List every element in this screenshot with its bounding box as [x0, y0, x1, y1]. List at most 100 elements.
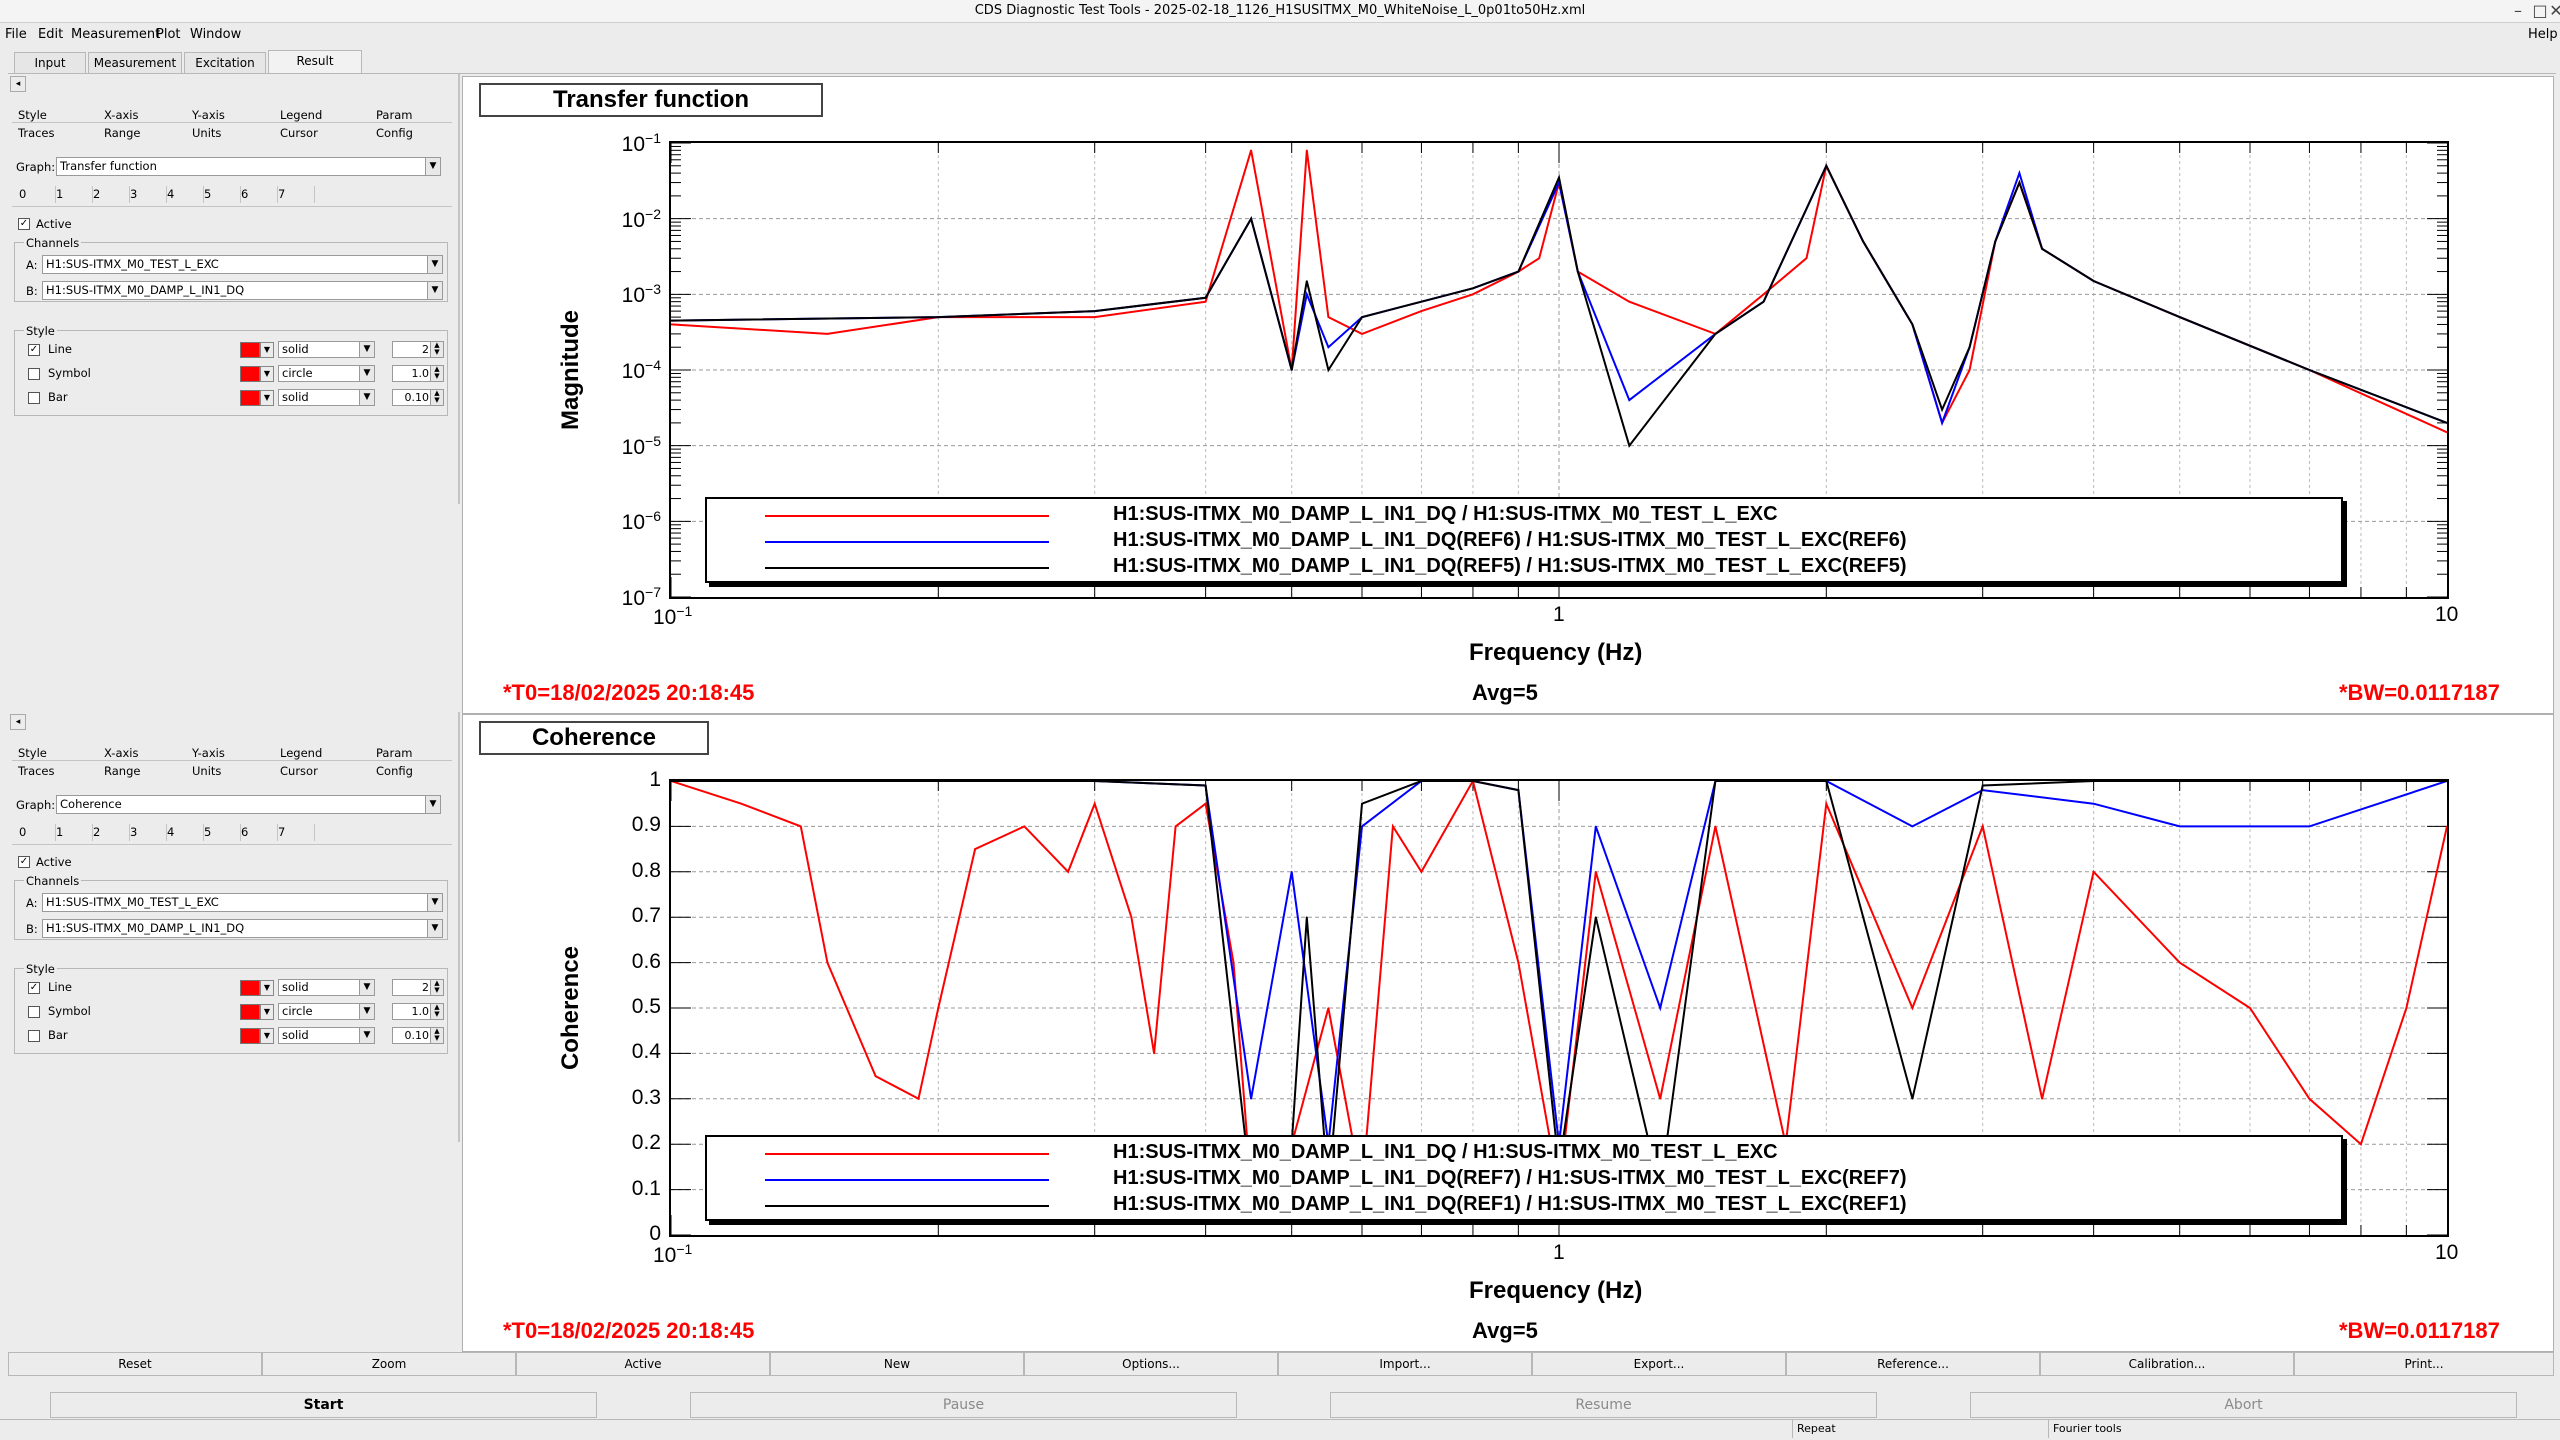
subtab-y-axis[interactable]: Y-axis: [192, 108, 225, 122]
menu-window[interactable]: Window: [190, 27, 241, 42]
trace-tab-5[interactable]: 5: [201, 186, 241, 203]
subtab-legend[interactable]: Legend: [280, 746, 322, 760]
options-button[interactable]: Options...: [1024, 1352, 1278, 1376]
menu-file[interactable]: File: [5, 27, 27, 42]
trace-tab-3[interactable]: 3: [127, 824, 167, 841]
menu-measurement[interactable]: Measurement: [71, 27, 160, 42]
chevron-down-icon[interactable]: ▼: [359, 342, 374, 357]
chevron-down-icon[interactable]: ▼: [260, 366, 274, 382]
tab-measurement[interactable]: Measurement: [88, 52, 182, 73]
chevron-down-icon[interactable]: ▼: [359, 1028, 374, 1043]
trace-tab-2[interactable]: 2: [90, 824, 130, 841]
subtab-x-axis[interactable]: X-axis: [104, 746, 139, 760]
trace-tab-6[interactable]: 6: [238, 824, 278, 841]
bar-color-swatch[interactable]: [240, 390, 260, 406]
subtab-x-axis[interactable]: X-axis: [104, 108, 139, 122]
import-button[interactable]: Import...: [1278, 1352, 1532, 1376]
line-color-swatch[interactable]: [240, 980, 260, 996]
channel-b-select[interactable]: H1:SUS-ITMX_M0_DAMP_L_IN1_DQ ▼: [42, 281, 443, 300]
bar-checkbox[interactable]: [28, 392, 40, 404]
spinner-arrows-icon[interactable]: ▲ ▼: [430, 390, 443, 405]
bar-size-spinner[interactable]: 0.10 ▲ ▼: [392, 1027, 444, 1044]
trace-tab-2[interactable]: 2: [90, 186, 130, 203]
collapse-arrow-icon[interactable]: ◂: [10, 714, 26, 730]
trace-tab-3[interactable]: 3: [127, 186, 167, 203]
active-checkbox[interactable]: ✓: [18, 218, 30, 230]
spinner-arrows-icon[interactable]: ▲ ▼: [430, 342, 443, 357]
trace-tab-7[interactable]: 7: [275, 824, 315, 841]
channel-a-select[interactable]: H1:SUS-ITMX_M0_TEST_L_EXC ▼: [42, 893, 443, 912]
line-style-select[interactable]: solid ▼: [278, 341, 375, 358]
tab-result[interactable]: Result: [268, 50, 362, 73]
menu-help[interactable]: Help: [2528, 27, 2558, 42]
abort-button[interactable]: Abort: [1970, 1392, 2517, 1418]
chevron-down-icon[interactable]: ▼: [260, 1028, 274, 1044]
tab-input[interactable]: Input: [14, 52, 86, 73]
chevron-down-icon[interactable]: ▼: [260, 980, 274, 996]
trace-tab-1[interactable]: 1: [53, 186, 93, 203]
active-checkbox[interactable]: ✓: [18, 856, 30, 868]
subtab-range[interactable]: Range: [104, 764, 140, 778]
symbol-color-swatch[interactable]: [240, 1004, 260, 1020]
chevron-down-icon[interactable]: ▼: [427, 282, 442, 299]
coherence-plot-pad[interactable]: Coherence 1 0.9 0.8 0.7 0.6 0.5 0.4 0.3 0.2 0.1 0 10…: [462, 714, 2554, 1352]
close-icon[interactable]: ✕: [2546, 1, 2560, 20]
line-checkbox[interactable]: ✓: [28, 344, 40, 356]
spinner-arrows-icon[interactable]: ▲ ▼: [430, 1004, 443, 1019]
chevron-down-icon[interactable]: ▼: [260, 342, 274, 358]
bar-size-spinner[interactable]: 0.10 ▲ ▼: [392, 389, 444, 406]
reset-button[interactable]: Reset: [8, 1352, 262, 1376]
menu-plot[interactable]: Plot: [156, 27, 181, 42]
subtab-style[interactable]: Style: [18, 746, 47, 760]
trace-tab-0[interactable]: 0: [16, 186, 56, 203]
collapse-arrow-icon[interactable]: ◂: [10, 76, 26, 92]
chevron-down-icon[interactable]: ▼: [427, 920, 442, 937]
new-button[interactable]: New: [770, 1352, 1024, 1376]
subtab-style[interactable]: Style: [18, 108, 47, 122]
tab-excitation[interactable]: Excitation: [184, 52, 266, 73]
line-color-swatch[interactable]: [240, 342, 260, 358]
trace-tab-1[interactable]: 1: [53, 824, 93, 841]
pause-button[interactable]: Pause: [690, 1392, 1237, 1418]
chevron-down-icon[interactable]: ▼: [359, 390, 374, 405]
graph-select[interactable]: Coherence ▼: [56, 795, 441, 814]
symbol-size-spinner[interactable]: 1.0 ▲ ▼: [392, 1003, 444, 1020]
trace-tab-5[interactable]: 5: [201, 824, 241, 841]
subtab-cursor[interactable]: Cursor: [280, 126, 318, 140]
spinner-arrows-icon[interactable]: ▲ ▼: [430, 980, 443, 995]
bar-checkbox[interactable]: [28, 1030, 40, 1042]
trace-tab-6[interactable]: 6: [238, 186, 278, 203]
symbol-style-select[interactable]: circle ▼: [278, 1003, 375, 1020]
chevron-down-icon[interactable]: ▼: [260, 1004, 274, 1020]
line-size-spinner[interactable]: 2 ▲ ▼: [392, 979, 444, 996]
subtab-y-axis[interactable]: Y-axis: [192, 746, 225, 760]
chevron-down-icon[interactable]: ▼: [425, 158, 440, 175]
subtab-config[interactable]: Config: [376, 764, 413, 778]
resume-button[interactable]: Resume: [1330, 1392, 1877, 1418]
chevron-down-icon[interactable]: ▼: [359, 366, 374, 381]
subtab-cursor[interactable]: Cursor: [280, 764, 318, 778]
start-button[interactable]: Start: [50, 1392, 597, 1418]
channel-a-select[interactable]: H1:SUS-ITMX_M0_TEST_L_EXC ▼: [42, 255, 443, 274]
chevron-down-icon[interactable]: ▼: [359, 1004, 374, 1019]
bar-style-select[interactable]: solid ▼: [278, 1027, 375, 1044]
symbol-checkbox[interactable]: [28, 368, 40, 380]
chevron-down-icon[interactable]: ▼: [260, 390, 274, 406]
chevron-down-icon[interactable]: ▼: [427, 894, 442, 911]
minimize-icon[interactable]: –: [2508, 1, 2528, 20]
symbol-size-spinner[interactable]: 1.0 ▲ ▼: [392, 365, 444, 382]
trace-tab-7[interactable]: 7: [275, 186, 315, 203]
symbol-style-select[interactable]: circle ▼: [278, 365, 375, 382]
subtab-range[interactable]: Range: [104, 126, 140, 140]
subtab-config[interactable]: Config: [376, 126, 413, 140]
channel-b-select[interactable]: H1:SUS-ITMX_M0_DAMP_L_IN1_DQ ▼: [42, 919, 443, 938]
subtab-traces[interactable]: Traces: [18, 764, 55, 778]
calibration-button[interactable]: Calibration...: [2040, 1352, 2294, 1376]
bar-color-swatch[interactable]: [240, 1028, 260, 1044]
trace-tab-4[interactable]: 4: [164, 824, 204, 841]
graph-select[interactable]: Transfer function ▼: [56, 157, 441, 176]
bar-style-select[interactable]: solid ▼: [278, 389, 375, 406]
transfer-function-plot-pad[interactable]: Transfer function 10−1 10−2 10−3 10−4 10−5 10−…: [462, 76, 2554, 714]
active-button[interactable]: Active: [516, 1352, 770, 1376]
symbol-checkbox[interactable]: [28, 1006, 40, 1018]
